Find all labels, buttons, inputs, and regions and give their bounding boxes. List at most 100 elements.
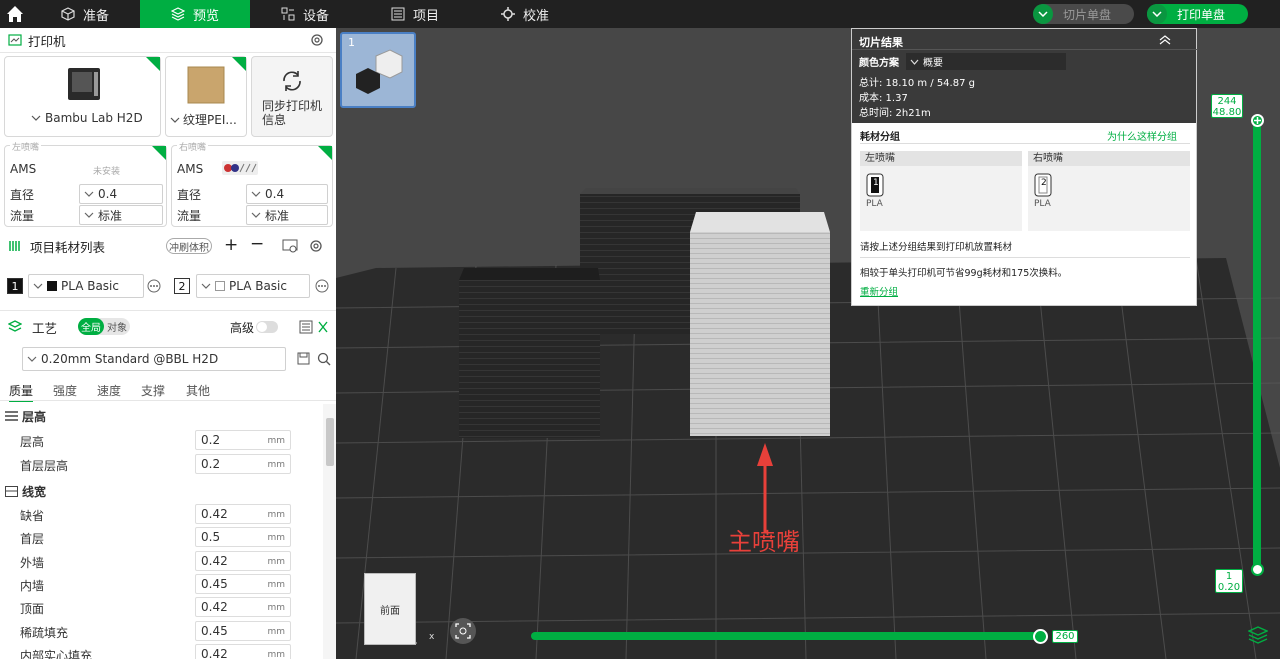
advanced-toggle[interactable]: [256, 321, 278, 333]
filament-index: 2: [178, 279, 186, 293]
scope-toggle[interactable]: 全局 对象: [78, 318, 130, 335]
scrollbar-thumb[interactable]: [326, 418, 334, 466]
sync-icon: [283, 71, 301, 91]
plate-image-icon: [187, 66, 225, 104]
param-input[interactable]: 0.42 mm: [195, 551, 291, 571]
param-input[interactable]: 0.45 mm: [195, 621, 291, 641]
regroup-link[interactable]: 重新分组: [860, 284, 898, 298]
right-diameter-select[interactable]: 0.4: [246, 184, 328, 204]
slice-plate-button[interactable]: 切片单盘: [1033, 4, 1134, 24]
printer-dropdown[interactable]: Bambu Lab H2D: [31, 111, 143, 125]
tab-calibrate[interactable]: 校准: [470, 0, 580, 28]
more-icon[interactable]: [315, 279, 329, 293]
sync-printer-button[interactable]: 同步打印机信息: [251, 56, 333, 137]
subtab-support[interactable]: 支撑: [141, 382, 165, 399]
right-ams-label: AMS: [177, 162, 204, 176]
filament-select[interactable]: PLA Basic: [28, 274, 144, 298]
why-group-link[interactable]: 为什么这样分组: [1107, 128, 1177, 143]
group-layer-height: 层高: [5, 408, 46, 425]
settings-scrollbar[interactable]: [323, 404, 336, 659]
fit-view-icon[interactable]: [449, 617, 477, 645]
left-nozzle-group: 左喷嘴 1 PLA: [860, 151, 1022, 231]
compare-icon[interactable]: [317, 320, 329, 334]
sync-filament-icon[interactable]: [282, 239, 298, 253]
flush-volume-button[interactable]: 冲刷体积: [166, 238, 212, 254]
collapse-icon[interactable]: [1159, 35, 1171, 45]
chevron-down-icon[interactable]: [1033, 4, 1053, 24]
right-spool-type: PLA: [1034, 199, 1051, 209]
filament-select[interactable]: PLA Basic: [196, 274, 310, 298]
gear-icon[interactable]: [310, 33, 324, 47]
left-flow-select[interactable]: 标准: [79, 205, 163, 225]
remove-icon[interactable]: −: [250, 234, 264, 254]
right-nozzle-tag: 右喷嘴: [177, 140, 209, 153]
layer-top-height: 48.80: [1212, 107, 1242, 118]
right-flow-select[interactable]: 标准: [246, 205, 328, 225]
home-icon[interactable]: [0, 0, 30, 28]
tab-project[interactable]: 项目: [360, 0, 470, 28]
list-icon[interactable]: [299, 320, 313, 334]
left-diameter-select[interactable]: 0.4: [79, 184, 163, 204]
param-input[interactable]: 0.42 mm: [195, 597, 291, 617]
view-cube[interactable]: 前面: [364, 573, 416, 645]
plate-thumbnail[interactable]: 1: [340, 32, 416, 108]
param-input[interactable]: 0.2 mm: [195, 454, 291, 474]
param-label: 层高: [20, 435, 45, 449]
param-input[interactable]: 0.45 mm: [195, 574, 291, 594]
color-scheme-select[interactable]: 概要: [906, 53, 1066, 70]
left-nozzle-card: 左喷嘴 AMS 未安装 直径 0.4 流量 标准: [4, 140, 167, 227]
process-preset-select[interactable]: 0.20mm Standard @BBL H2D: [22, 347, 286, 371]
filament-index: 1: [11, 279, 19, 293]
layers-icon[interactable]: [1248, 626, 1268, 644]
slice-result-title: 切片结果: [859, 36, 903, 49]
more-icon[interactable]: [147, 279, 161, 293]
param-unit: mm: [267, 460, 285, 470]
filament-color-swatch[interactable]: 1: [7, 278, 23, 294]
scope-object[interactable]: 对象: [104, 318, 130, 335]
param-value: 0.45: [201, 624, 228, 638]
printer-name: Bambu Lab H2D: [45, 111, 143, 125]
param-input[interactable]: 0.42 mm: [195, 504, 291, 524]
param-input[interactable]: 0.42 mm: [195, 644, 291, 659]
layer-height-icon: [5, 411, 18, 421]
tab-device[interactable]: 设备: [250, 0, 360, 28]
calibrate-icon: [500, 7, 515, 21]
right-nozzle-group: 右喷嘴 2 PLA: [1028, 151, 1190, 231]
subtab-speed[interactable]: 速度: [97, 382, 121, 399]
plate-select-card[interactable]: 纹理PEI...: [165, 56, 247, 137]
tab-prepare[interactable]: 准备: [30, 0, 140, 28]
save-icon[interactable]: [297, 352, 310, 365]
tab-calibrate-label: 校准: [522, 8, 549, 24]
param-label: 顶面: [20, 602, 45, 616]
layer-top-handle[interactable]: [1251, 114, 1264, 127]
move-slider-handle[interactable]: [1033, 629, 1048, 644]
filament-color-swatch[interactable]: 2: [174, 278, 190, 294]
param-input[interactable]: 0.2 mm: [195, 430, 291, 450]
printer-icon: [8, 34, 22, 46]
subtab-strength[interactable]: 强度: [53, 382, 77, 399]
gear-icon[interactable]: [309, 239, 323, 253]
add-icon[interactable]: +: [224, 235, 238, 255]
layer-range-slider[interactable]: [1253, 115, 1261, 573]
param-label: 外墙: [20, 556, 45, 570]
chevron-down-icon[interactable]: [1147, 4, 1167, 24]
subtab-quality[interactable]: 质量: [9, 382, 34, 402]
layer-bottom-handle[interactable]: [1251, 563, 1264, 576]
print-plate-button[interactable]: 打印单盘: [1147, 4, 1248, 24]
ams-slots-icon[interactable]: [222, 161, 258, 175]
group-title: 线宽: [22, 485, 47, 499]
scope-global[interactable]: 全局: [78, 318, 104, 335]
left-ams-status: 未安装: [93, 167, 121, 177]
plate-dropdown[interactable]: 纹理PEI...: [170, 111, 237, 128]
filament-icon: [9, 241, 20, 251]
move-slider[interactable]: [531, 632, 1041, 640]
printer-select-card[interactable]: Bambu Lab H2D: [4, 56, 161, 137]
layer-bottom-height: 0.20: [1217, 582, 1241, 593]
color-scheme-value: 概要: [923, 58, 943, 69]
search-icon[interactable]: [317, 352, 331, 366]
param-input[interactable]: 0.5 mm: [195, 527, 291, 547]
tab-device-label: 设备: [302, 8, 329, 24]
line-width-icon: [5, 486, 18, 497]
subtab-others[interactable]: 其他: [186, 382, 210, 399]
tab-preview[interactable]: 预览: [140, 0, 250, 28]
